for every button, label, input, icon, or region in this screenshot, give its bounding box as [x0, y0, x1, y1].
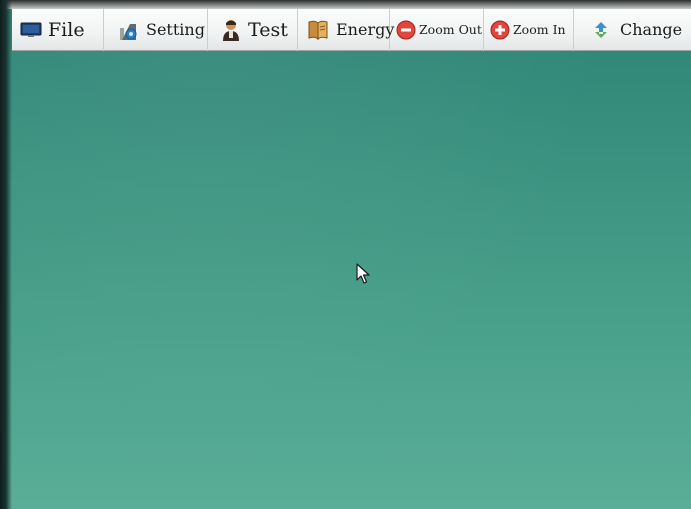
change-button[interactable]: Change [574, 9, 691, 51]
change-label: Change [620, 20, 683, 39]
setting-label: Setting [146, 20, 205, 39]
file-label: File [48, 18, 85, 41]
application-screen: File Setting Test Energy Zoom Out Zoom I… [0, 0, 691, 509]
change-icon [592, 20, 610, 40]
setting-button[interactable]: Setting [104, 8, 208, 51]
test-label: Test [248, 18, 288, 41]
energy-label: Energy [336, 20, 395, 39]
zoom-in-label: Zoom In [513, 22, 566, 37]
zoom-out-icon [396, 20, 416, 40]
energy-book-icon [306, 18, 330, 42]
person-icon [220, 18, 242, 42]
zoom-out-button[interactable]: Zoom Out [390, 8, 484, 51]
energy-button[interactable]: Energy [298, 8, 394, 51]
test-button[interactable]: Test [208, 8, 298, 51]
setting-icon [116, 18, 140, 42]
monitor-icon [20, 22, 42, 38]
zoom-out-label: Zoom Out [419, 22, 482, 37]
main-toolbar: File Setting Test Energy Zoom Out Zoom I… [12, 8, 691, 51]
screen-bezel-left [0, 0, 12, 509]
file-button[interactable]: File [12, 8, 104, 51]
zoom-in-button[interactable]: Zoom In [484, 8, 574, 51]
zoom-in-icon [490, 20, 510, 40]
arrow-cursor-icon [356, 263, 370, 290]
